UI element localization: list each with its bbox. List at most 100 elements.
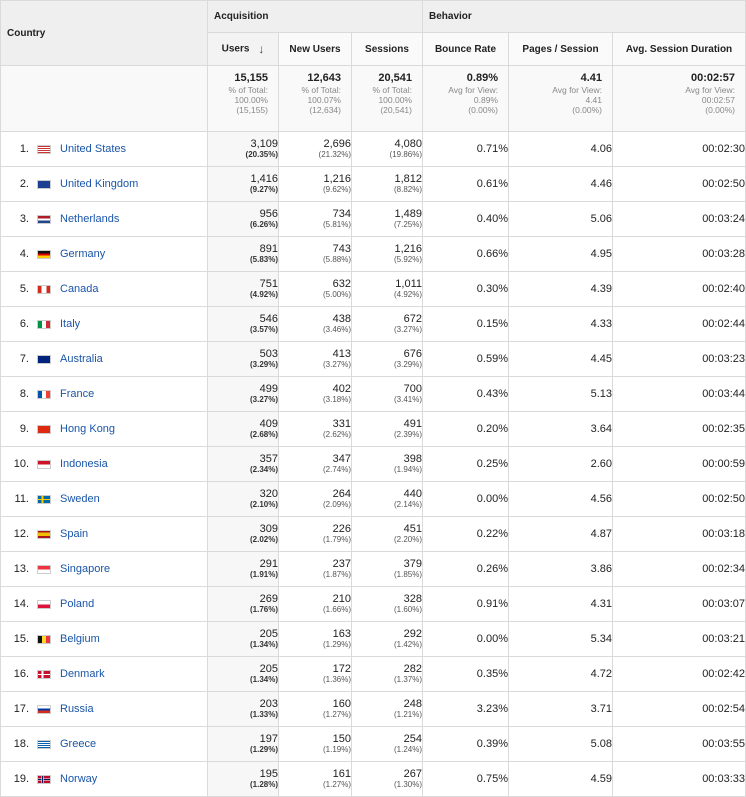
avg-session-duration-cell: 00:02:34 [611, 551, 746, 587]
es-flag-icon [37, 529, 51, 539]
country-link[interactable]: Indonesia [60, 458, 108, 470]
country-link[interactable]: France [60, 388, 94, 400]
users-value: 269 [259, 593, 278, 605]
table-row: 1. United States 3,109 (20.35%) 2,696 (21.32%… [0, 131, 746, 167]
new-users-percent: (9.62%) [322, 185, 351, 194]
new-users-percent: (3.18%) [322, 395, 351, 404]
sessions-value: 4,080 [394, 138, 422, 150]
new-users-value: 160 [332, 698, 351, 710]
pages-per-session-cell: 4.56 [508, 481, 613, 517]
bounce-rate-column-header[interactable]: Bounce Rate [422, 32, 509, 66]
country-cell: 10. Indonesia [0, 446, 208, 482]
sessions-column-header[interactable]: Sessions [351, 32, 423, 66]
users-cell: 309 (2.02%) [207, 516, 279, 552]
sessions-value: 1,011 [395, 278, 422, 290]
country-link[interactable]: Belgium [60, 633, 100, 645]
country-link[interactable]: Netherlands [60, 213, 119, 225]
table-row: 18. Greece 197 (1.29%) 150 (1.19%) 254 (1.24%) 0… [0, 726, 746, 762]
country-link[interactable]: United Kingdom [60, 178, 138, 190]
sessions-total-value: 20,541 [378, 72, 412, 84]
new-users-column-header[interactable]: New Users [278, 32, 352, 66]
avg-session-duration-column-header[interactable]: Avg. Session Duration [611, 32, 746, 66]
new-users-value: 210 [332, 593, 351, 605]
bounce-rate-cell: 3.23% [422, 691, 509, 727]
new-users-percent: (21.32%) [318, 150, 351, 159]
country-cell: 14. Poland [0, 586, 208, 622]
table-row: 5. Canada 751 (4.92%) 632 (5.00%) 1,011 (4.92%)… [0, 271, 746, 307]
bounce-rate-total-avg: 0.89% [473, 95, 498, 105]
country-cell: 5. Canada [0, 271, 208, 307]
pages-per-session-column-header[interactable]: Pages / Session [508, 32, 613, 66]
pages-per-session-cell: 5.06 [508, 201, 613, 237]
row-rank: 3. [19, 213, 29, 225]
country-link[interactable]: Singapore [60, 563, 110, 575]
pages-per-session-total-value: 4.41 [580, 72, 602, 84]
country-cell: 7. Australia [0, 341, 208, 377]
avg-session-duration-cell: 00:03:24 [611, 201, 746, 237]
country-link[interactable]: Sweden [60, 493, 100, 505]
us-flag-icon [37, 144, 51, 154]
sessions-value: 491 [403, 418, 422, 430]
country-link[interactable]: Denmark [60, 668, 105, 680]
sessions-cell: 491 (2.39%) [351, 411, 423, 447]
de-flag-icon [37, 249, 51, 259]
table-row: 9. Hong Kong 409 (2.68%) 331 (2.62%) 491 (2.39%… [0, 411, 746, 447]
bounce-rate-cell: 0.15% [422, 306, 509, 342]
country-link[interactable]: Italy [60, 318, 80, 330]
country-link[interactable]: Norway [60, 773, 97, 785]
new-users-percent: (1.87%) [322, 570, 351, 579]
new-users-value: 264 [332, 488, 351, 500]
users-value: 751 [259, 278, 278, 290]
hk-flag-icon [37, 424, 51, 434]
country-link[interactable]: United States [60, 143, 126, 155]
table-row: 13. Singapore 291 (1.91%) 237 (1.87%) 379 (1.85… [0, 551, 746, 587]
country-link[interactable]: Canada [60, 283, 99, 295]
country-link[interactable]: Hong Kong [60, 423, 115, 435]
table-row: 4. Germany 891 (5.83%) 743 (5.88%) 1,216 (5.92%… [0, 236, 746, 272]
pages-per-session-total-avg: 4.41 [585, 95, 602, 105]
row-rank: 7. [19, 353, 29, 365]
new-users-percent: (1.27%) [322, 780, 351, 789]
bounce-rate-total-diff: (0.00%) [468, 105, 498, 115]
pages-per-session-cell: 4.06 [508, 131, 613, 167]
new-users-cell: 237 (1.87%) [278, 551, 352, 587]
users-cell: 409 (2.68%) [207, 411, 279, 447]
dk-flag-icon [37, 669, 51, 679]
country-link[interactable]: Spain [60, 528, 88, 540]
it-flag-icon [37, 319, 51, 329]
row-rank: 2. [19, 178, 29, 190]
pages-per-session-cell: 5.34 [508, 621, 613, 657]
bounce-rate-cell: 0.26% [422, 551, 509, 587]
users-percent: (9.27%) [249, 185, 278, 194]
sessions-value: 700 [403, 383, 422, 395]
new-users-value: 632 [332, 278, 351, 290]
row-rank: 18. [13, 738, 29, 750]
pages-per-session-total: 4.41 Avg for View: 4.41 (0.00%) [508, 65, 613, 132]
new-users-cell: 2,696 (21.32%) [278, 131, 352, 167]
row-rank: 1. [19, 143, 29, 155]
country-link[interactable]: Russia [60, 703, 94, 715]
sessions-value: 440 [403, 488, 422, 500]
country-link[interactable]: Germany [60, 248, 105, 260]
row-rank: 15. [13, 633, 29, 645]
users-value: 205 [259, 663, 278, 675]
pages-per-session-cell: 4.46 [508, 166, 613, 202]
new-users-value: 734 [332, 208, 351, 220]
users-column-header[interactable]: Users ↓ [207, 32, 279, 66]
table-row: 2. United Kingdom 1,416 (9.27%) 1,216 (9.62%)… [0, 166, 746, 202]
be-flag-icon [37, 634, 51, 644]
row-rank: 4. [19, 248, 29, 260]
users-value: 409 [259, 418, 278, 430]
sessions-percent: (1.30%) [393, 780, 422, 789]
country-link[interactable]: Australia [60, 353, 103, 365]
new-users-value: 2,696 [323, 138, 351, 150]
users-cell: 205 (1.34%) [207, 656, 279, 692]
country-link[interactable]: Poland [60, 598, 94, 610]
sessions-cell: 676 (3.29%) [351, 341, 423, 377]
country-link[interactable]: Greece [60, 738, 96, 750]
table-row: 17. Russia 203 (1.33%) 160 (1.27%) 248 (1.21%) 3… [0, 691, 746, 727]
avg-session-duration-total: 00:02:57 Avg for View: 00:02:57 (0.00%) [611, 65, 746, 132]
ca-flag-icon [37, 284, 51, 294]
new-users-cell: 226 (1.79%) [278, 516, 352, 552]
pages-per-session-cell: 4.95 [508, 236, 613, 272]
